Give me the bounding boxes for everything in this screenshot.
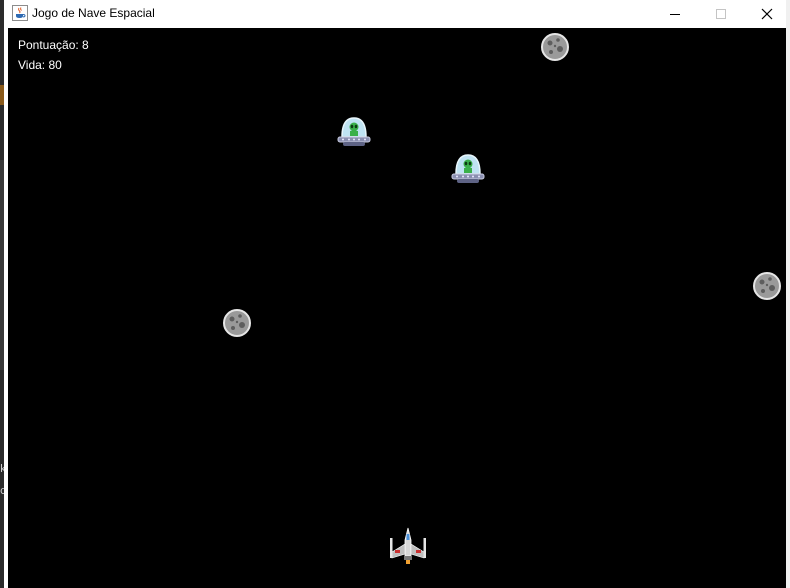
ufo-alien-icon bbox=[451, 154, 485, 183]
close-icon bbox=[761, 8, 773, 19]
life-label: Vida: 80 bbox=[18, 58, 62, 72]
title-bar[interactable]: Jogo de Nave Espacial bbox=[4, 0, 786, 27]
ufo-alien-icon bbox=[337, 117, 371, 146]
player-spaceship-icon[interactable] bbox=[386, 526, 430, 566]
minimize-icon bbox=[670, 13, 680, 15]
window-title: Jogo de Nave Espacial bbox=[32, 6, 155, 20]
score-label: Pontuação: 8 bbox=[18, 38, 89, 52]
minimize-button[interactable] bbox=[652, 0, 698, 27]
asteroid-icon bbox=[753, 272, 781, 300]
maximize-icon bbox=[716, 8, 726, 19]
desktop-background bbox=[786, 0, 790, 588]
close-button[interactable] bbox=[744, 0, 790, 27]
maximize-button[interactable] bbox=[698, 0, 744, 27]
game-canvas[interactable]: Pontuação: 8 Vida: 80 bbox=[8, 28, 790, 588]
asteroid-icon bbox=[223, 309, 251, 337]
java-cup-icon[interactable] bbox=[12, 5, 28, 21]
game-window: Jogo de Nave Espacial Pontuação: 8 Vida:… bbox=[4, 0, 790, 588]
asteroid-icon bbox=[541, 33, 569, 61]
